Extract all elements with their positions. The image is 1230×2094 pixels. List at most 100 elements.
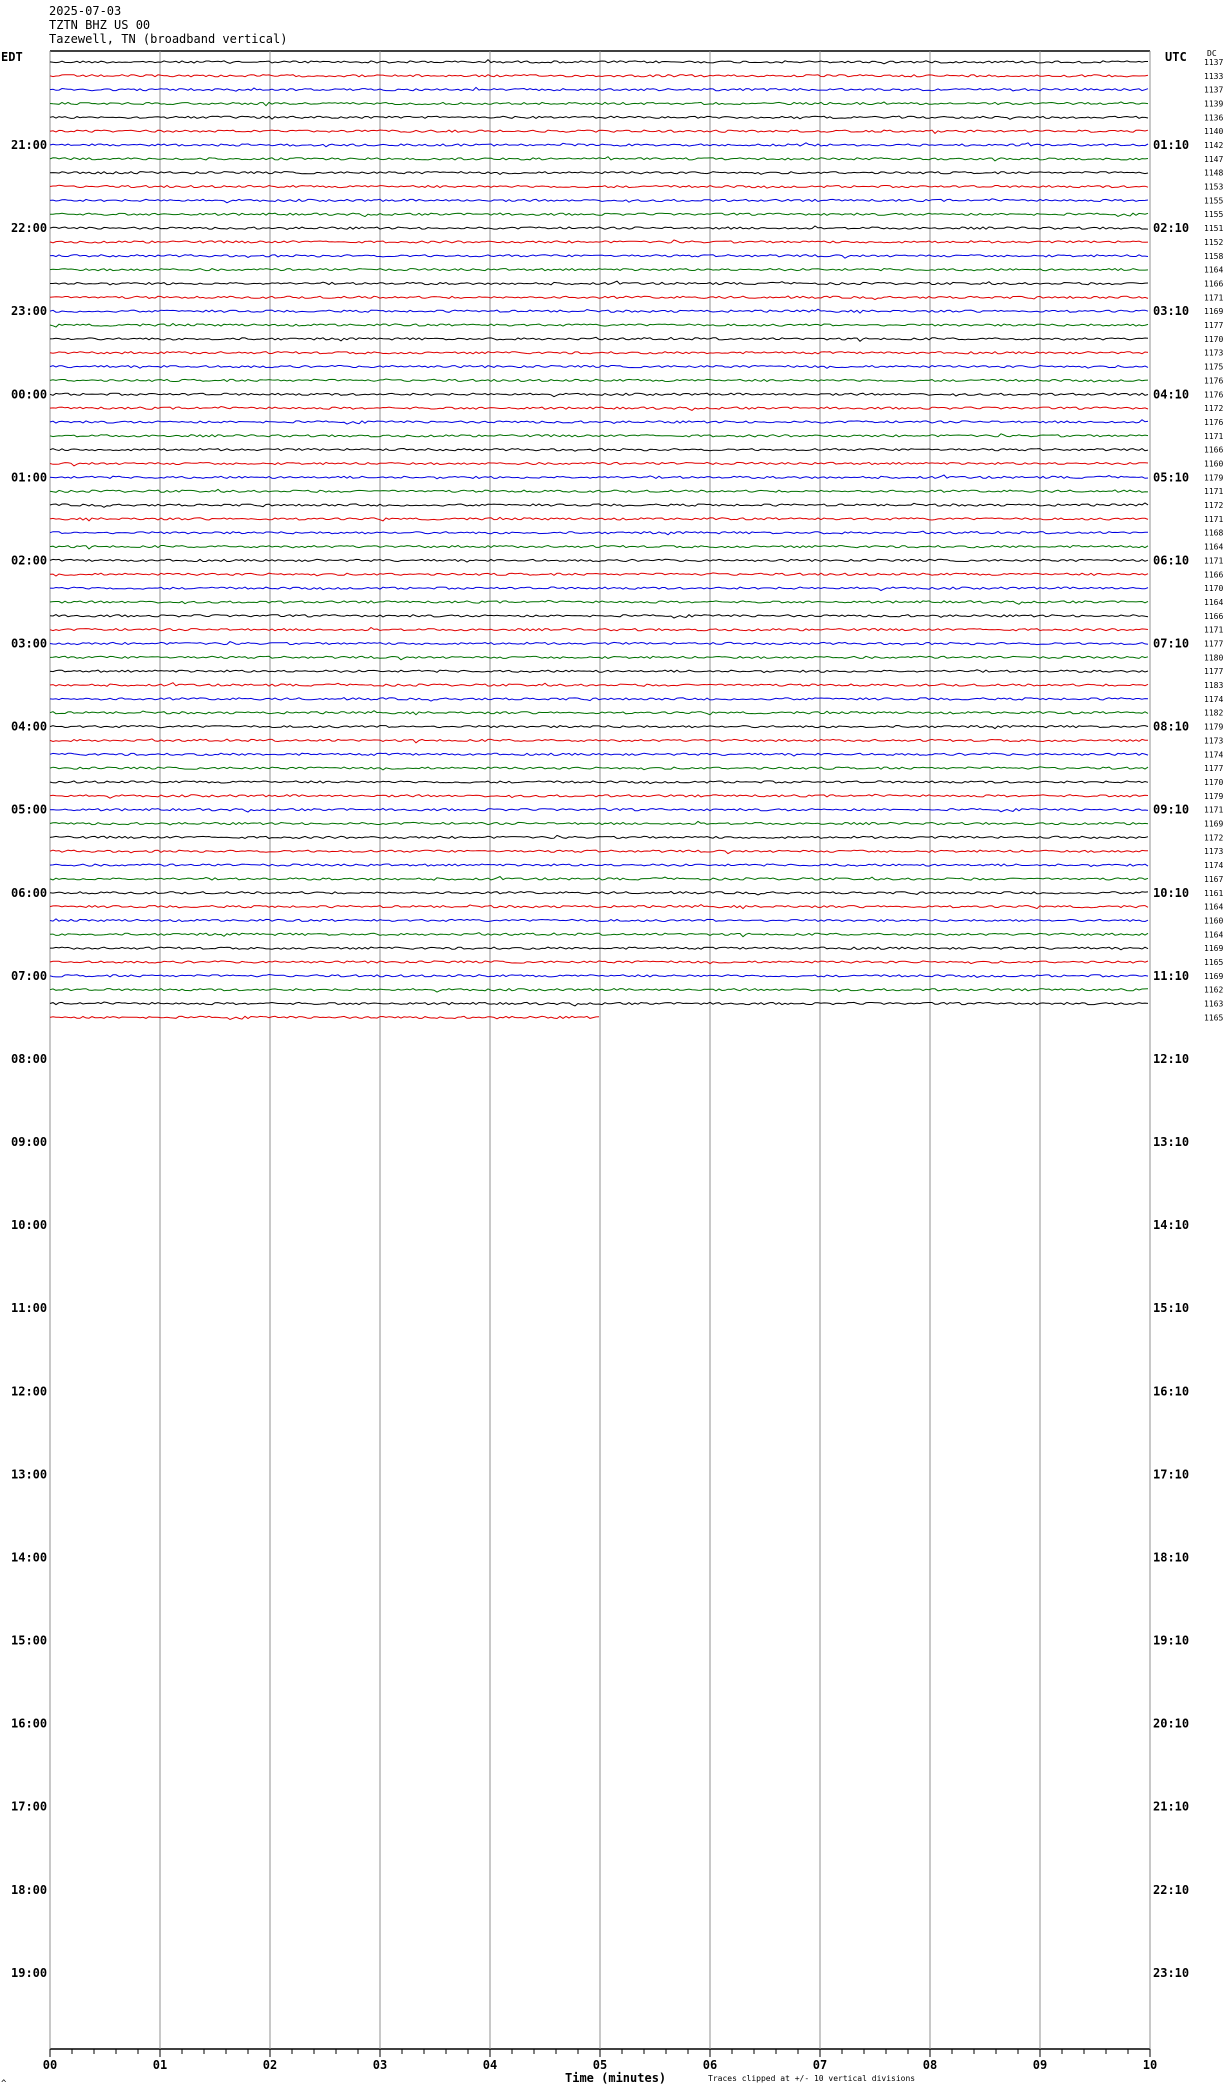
seismic-trace [49,626,1149,632]
hour-label-right: 02:10 [1153,221,1189,235]
seismic-trace [49,129,1149,135]
x-tick-label: 07 [813,2058,827,2072]
hour-label-left: 02:00 [11,553,47,567]
seismic-trace [49,156,1149,162]
dc-offset-label: 1179 [1204,473,1223,482]
dc-offset-label: 1164 [1204,903,1223,912]
hour-label-left: 00:00 [11,387,47,401]
dc-offset-label: 1167 [1204,875,1223,884]
hour-label-left: 16:00 [11,1717,47,1731]
seismic-trace [49,849,1148,855]
station-location: Tazewell, TN (broadband vertical) [49,32,288,46]
seismic-trace [49,863,1149,868]
dc-offset-label: 1179 [1204,792,1223,801]
seismic-trace [49,918,1149,923]
hour-label-left: 10:00 [11,1218,47,1232]
seismic-trace [49,738,1149,744]
seismic-trace [49,1015,600,1021]
dc-offset-label: 1182 [1204,709,1223,718]
seismic-trace [49,101,1149,107]
dc-offset-label: 1172 [1204,833,1223,842]
hour-label-right: 09:10 [1153,803,1189,817]
hour-label-right: 20:10 [1153,1717,1189,1731]
seismic-trace [49,572,1149,577]
hour-label-left: 17:00 [11,1800,47,1814]
dc-offset-label: 1142 [1204,141,1223,150]
dc-offset-label: 1147 [1204,155,1223,164]
seismic-trace [49,558,1149,563]
seismic-trace [49,641,1149,646]
seismic-trace [49,1001,1149,1007]
seismic-trace [49,447,1149,452]
seismic-trace [49,461,1149,467]
seismic-trace [49,834,1149,840]
seismic-trace [49,267,1149,272]
dc-offset-label: 1155 [1204,196,1223,205]
dc-offset-label: 1170 [1204,335,1223,344]
seismic-trace [49,488,1149,493]
dc-offset-label: 1166 [1204,279,1223,288]
hour-label-left: 05:00 [11,803,47,817]
hour-label-right: 07:10 [1153,637,1189,651]
seismic-trace [49,225,1149,231]
dc-offset-label: 1183 [1204,681,1223,690]
dc-offset-label: 1169 [1204,972,1223,981]
dc-offset-label: 1169 [1204,820,1223,829]
hour-label-left: 01:00 [11,470,47,484]
dc-offset-label: 1137 [1204,58,1223,67]
grid-layer [49,50,1151,2057]
x-tick-label: 05 [593,2058,607,2072]
seismic-trace [49,474,1149,480]
hour-label-right: 01:10 [1153,138,1189,152]
hour-label-right: 19:10 [1153,1634,1189,1648]
hour-label-left: 03:00 [11,637,47,651]
seismic-trace [49,766,1149,771]
hour-label-left: 07:00 [11,969,47,983]
hour-label-right: 06:10 [1153,553,1189,567]
dc-offset-label: 1168 [1204,529,1223,538]
hour-label-right: 12:10 [1153,1052,1189,1066]
seismic-trace [49,171,1149,175]
dc-offset-label: 1155 [1204,210,1223,219]
x-tick-label: 03 [373,2058,387,2072]
seismic-trace [49,322,1149,328]
hour-label-left: 21:00 [11,138,47,152]
seismic-trace [49,198,1149,204]
seismic-trace [49,655,1149,661]
hour-label-left: 12:00 [11,1384,47,1398]
dc-offset-label: 1177 [1204,640,1223,649]
dc-offset-label: 1172 [1204,404,1223,413]
x-tick-label: 00 [43,2058,57,2072]
seismic-trace [49,295,1149,301]
seismic-trace [49,530,1149,536]
clipping-note: Traces clipped at +/- 10 vertical divisi… [708,2074,916,2083]
seismic-trace [49,86,1149,92]
seismic-trace [49,544,1149,550]
dc-offset-label: 1176 [1204,390,1223,399]
dc-offset-label: 1148 [1204,169,1223,178]
dc-offset-label: 1163 [1204,1000,1223,1009]
seismic-trace [49,987,1149,993]
hour-label-left: 09:00 [11,1135,47,1149]
chart-date: 2025-07-03 [49,4,122,18]
hour-label-left: 06:00 [11,886,47,900]
footer-caret: ^ [1,2079,7,2089]
seismic-trace [49,59,1148,65]
seismic-trace [49,932,1149,938]
station-code: TZTN BHZ US 00 [49,18,151,32]
x-tick-label: 01 [153,2058,167,2072]
dc-offset-label: 1152 [1204,238,1223,247]
dc-offset-label: 1179 [1204,723,1223,732]
dc-offset-label: 1171 [1204,626,1223,635]
dc-offset-label: 1174 [1204,695,1223,704]
hour-label-left: 13:00 [11,1467,47,1481]
hour-label-right: 23:10 [1153,1966,1189,1980]
dc-offset-label: 1171 [1204,806,1223,815]
dc-offset-label: 1137 [1204,86,1223,95]
seismic-trace [50,946,1149,951]
seismic-trace [49,115,1149,120]
x-axis-title: Time (minutes) [565,2071,667,2085]
seismic-trace [49,890,1149,896]
seismic-trace [49,752,1149,757]
hour-label-right: 05:10 [1153,470,1189,484]
